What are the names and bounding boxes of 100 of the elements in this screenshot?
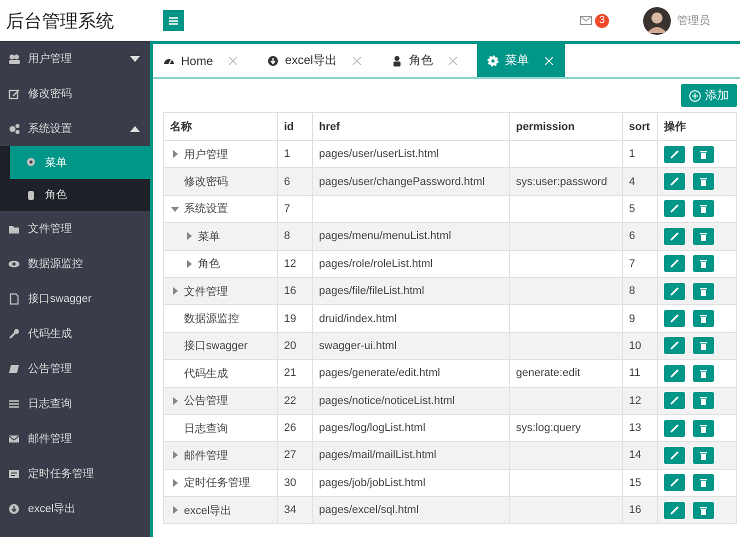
- sidebar-item[interactable]: 用户管理: [0, 41, 150, 76]
- edit-button[interactable]: [664, 282, 685, 300]
- sidebar-item[interactable]: 接口swagger: [0, 281, 150, 316]
- collapsed-arrow-icon[interactable]: [170, 149, 180, 160]
- add-button[interactable]: 添加: [681, 84, 737, 107]
- pencil-icon: [670, 314, 679, 324]
- edit-button[interactable]: [664, 420, 685, 437]
- sidebar-item[interactable]: 文件管理: [0, 211, 150, 246]
- delete-button[interactable]: [693, 146, 714, 163]
- delete-button[interactable]: [693, 502, 714, 519]
- edit-button[interactable]: [664, 364, 685, 382]
- table-cell: pages/user/changePassword.html: [319, 176, 485, 188]
- delete-button[interactable]: [693, 310, 714, 328]
- menu-button[interactable]: [163, 10, 184, 31]
- close-icon[interactable]: [449, 56, 458, 64]
- delete-button[interactable]: [693, 200, 714, 218]
- delete-button[interactable]: [693, 474, 714, 492]
- sidebar-item[interactable]: 修改密码: [0, 76, 150, 111]
- table-cell: 7: [284, 202, 290, 215]
- sidebar-item[interactable]: 日志查询: [0, 386, 150, 421]
- avatar[interactable]: [643, 6, 671, 34]
- table-cell-text: 定时任务管理: [184, 476, 250, 490]
- delete-button[interactable]: [693, 173, 714, 190]
- trash-icon: [699, 314, 708, 324]
- delete-button[interactable]: [693, 282, 714, 300]
- table-cell: 8: [284, 230, 290, 242]
- table-cell: 14: [629, 449, 642, 462]
- edit-button[interactable]: [664, 310, 685, 328]
- delete-button[interactable]: [693, 228, 714, 245]
- sidebar-item[interactable]: 菜单: [10, 146, 150, 178]
- pencil-icon: [670, 232, 679, 241]
- column-header: id: [278, 112, 312, 140]
- collapsed-arrow-icon[interactable]: [170, 450, 180, 460]
- document-icon: [8, 292, 20, 304]
- table-cell: 20: [284, 340, 296, 352]
- edit-button[interactable]: [664, 173, 685, 190]
- table-cell: pages/role/roleList.html: [319, 258, 433, 270]
- table-cell-text: 数据源监控: [184, 312, 239, 326]
- close-icon[interactable]: [229, 56, 238, 64]
- edit-button[interactable]: [664, 200, 685, 218]
- edit-button[interactable]: [664, 146, 685, 163]
- table-cell: sys:log:query: [516, 422, 581, 434]
- mail-icon[interactable]: [580, 16, 592, 25]
- table-cell: generate:edit: [516, 367, 580, 380]
- delete-button[interactable]: [693, 255, 714, 272]
- column-header: href: [312, 112, 510, 140]
- sidebar-item[interactable]: excel导出: [0, 491, 150, 526]
- tab[interactable]: 菜单: [477, 44, 566, 77]
- collapsed-arrow-icon[interactable]: [170, 505, 180, 516]
- column-header: 名称: [164, 112, 278, 140]
- trash-icon: [699, 396, 708, 406]
- trash-icon: [699, 424, 708, 433]
- wrench-icon: [8, 328, 20, 340]
- trash-icon: [699, 177, 708, 186]
- gears-icon: [8, 122, 20, 134]
- collapsed-arrow-icon[interactable]: [170, 396, 180, 406]
- close-icon[interactable]: [353, 56, 362, 64]
- collapsed-arrow-icon[interactable]: [184, 231, 194, 242]
- trash-icon: [699, 286, 708, 296]
- edit-button[interactable]: [664, 228, 685, 245]
- sidebar-item[interactable]: 公告管理: [0, 351, 150, 386]
- sidebar-item[interactable]: 系统设置: [0, 111, 150, 146]
- sidebar-item[interactable]: 数据源监控: [0, 246, 150, 281]
- edit-button[interactable]: [664, 474, 685, 492]
- table-cell: 27: [284, 449, 296, 462]
- collapsed-arrow-icon[interactable]: [170, 478, 180, 488]
- collapsed-arrow-icon[interactable]: [170, 286, 180, 296]
- sidebar-item[interactable]: 定时任务管理: [0, 456, 150, 491]
- table-cell: 26: [284, 422, 296, 434]
- delete-button[interactable]: [693, 446, 714, 464]
- eye-icon: [8, 258, 20, 270]
- collapsed-arrow-icon[interactable]: [184, 258, 194, 269]
- delete-button[interactable]: [693, 364, 714, 382]
- user-name[interactable]: 管理员: [677, 13, 710, 28]
- table-cell: 16: [284, 285, 296, 298]
- trash-icon: [699, 506, 708, 515]
- table-cell: 22: [284, 394, 296, 407]
- delete-button[interactable]: [693, 420, 714, 437]
- delete-button[interactable]: [693, 337, 714, 354]
- sidebar-item[interactable]: 邮件管理: [0, 421, 150, 456]
- edit-button[interactable]: [664, 255, 685, 272]
- sidebar-item[interactable]: 代码生成: [0, 316, 150, 351]
- download-icon: [267, 54, 280, 66]
- pencil-icon: [670, 450, 679, 460]
- edit-button[interactable]: [664, 502, 685, 519]
- pencil-icon: [670, 396, 679, 406]
- edit-button[interactable]: [664, 392, 685, 410]
- pencil-icon: [670, 150, 679, 159]
- table-cell: sys:user:password: [516, 176, 608, 188]
- trash-icon: [699, 341, 708, 350]
- delete-button[interactable]: [693, 392, 714, 410]
- table-cell: 19: [284, 312, 296, 325]
- edit-button[interactable]: [664, 337, 685, 354]
- table-cell: 7: [629, 258, 636, 270]
- gear-icon: [487, 54, 500, 66]
- edit-button[interactable]: [664, 446, 685, 464]
- table-cell: 10: [629, 340, 642, 352]
- table-cell-text: 日志查询: [184, 422, 228, 436]
- column-header: sort: [622, 112, 658, 140]
- table-cell: 12: [629, 394, 642, 407]
